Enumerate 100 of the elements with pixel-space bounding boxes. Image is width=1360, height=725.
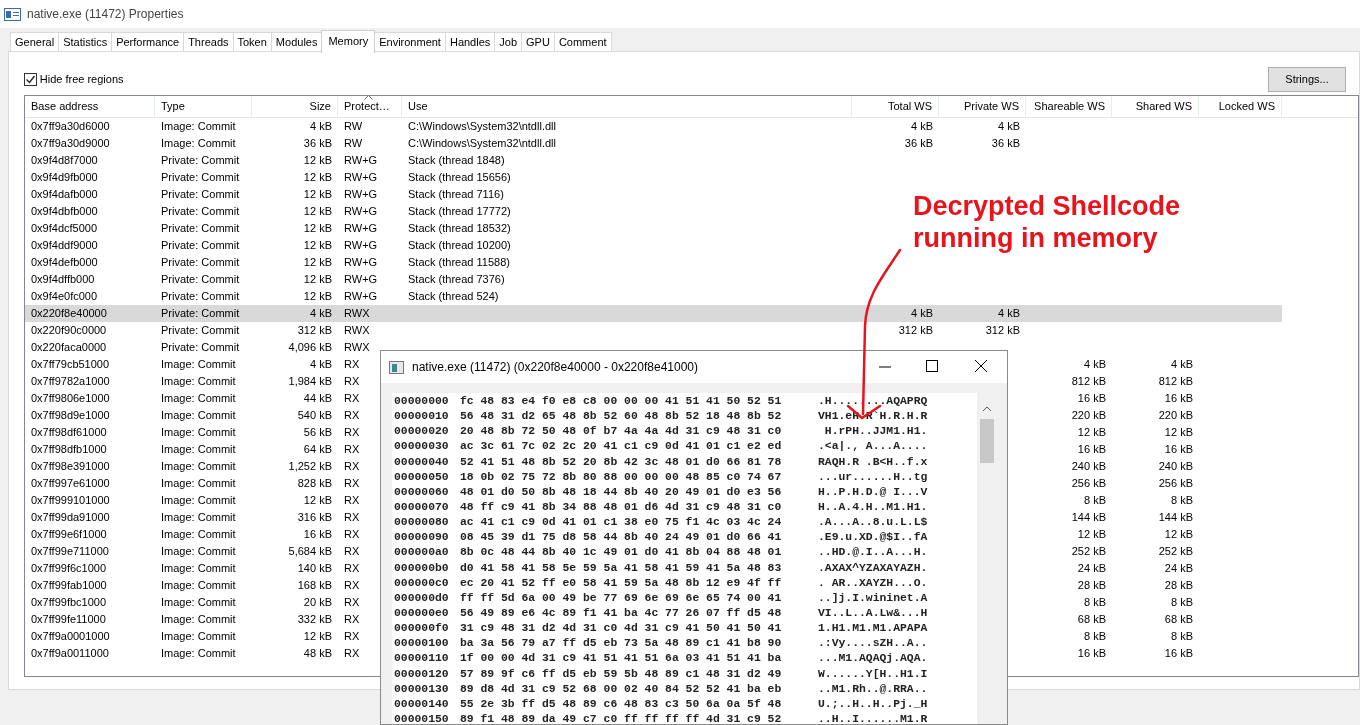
column-header[interactable]: Base address [25,96,155,118]
table-cell: Stack (thread 7376) [408,273,505,285]
column-header[interactable]: Type [155,96,252,118]
table-cell: RX [344,596,360,608]
tab[interactable]: Token [232,32,272,52]
app-icon [389,360,404,374]
scrollbar-thumb[interactable] [980,419,994,463]
hex-offset: 000000b0 [393,560,450,576]
table-row[interactable]: 0x9f4dffb000 Private: Commit 12 kB RW+G Stack (thread 7376) [25,271,852,288]
table-cell: 8 kB [1171,630,1193,642]
table-row[interactable]: 0x220faca0000 Private: Commit 4,096 kB RWX [25,339,402,356]
tab[interactable]: Statistics [58,32,113,52]
table-cell: 540 kB [297,409,332,421]
table-cell: 12 kB [303,494,332,506]
tab[interactable]: Threads [183,32,234,52]
table-cell: Private: Commit [161,154,240,166]
column-header[interactable]: Protect… [338,96,402,118]
table-row[interactable]: 0x9f4e0fc000 Private: Commit 12 kB RW+G Stack (thread 524) [25,288,852,305]
table-cell: Image: Commit [161,426,236,438]
tab[interactable]: General [10,32,60,52]
hex-bytes: ac 3c 61 7c 02 2c 20 41 c1 c9 0d 41 01 c1 e2 ed [460,439,783,455]
table-cell: Image: Commit [161,545,236,557]
table-row[interactable]: 0x9f4dcf5000 Private: Commit 12 kB RW+G Stack (thread 18532) [25,220,852,237]
tab[interactable]: Memory [321,30,376,53]
table-cell: 0x7ff9a0011000 [31,647,109,659]
hex-ascii: 1.H1.M1.M1.APAPA [818,621,928,637]
close-icon[interactable] [975,360,987,372]
app-icon [4,7,21,21]
table-cell: Image: Commit [161,120,236,132]
table-cell: 256 kB [1071,477,1106,489]
scroll-up-icon[interactable] [982,406,992,412]
column-header[interactable]: Locked WS [1199,96,1282,118]
column-header[interactable]: Size [252,96,338,118]
table-row[interactable]: 0x7ff9a30d6000 Image: Commit 4 kB RW C:\Windows\System32\ntdll.dll 4 kB 4 kB [25,118,1026,135]
hex-bytes: 20 48 8b 72 50 48 0f b7 4a 4a 4d 31 c9 48 31 c0 [460,424,783,440]
table-cell: Image: Commit [161,460,236,472]
hex-bytes: 31 c9 48 31 d2 4d 31 c0 4d 31 c9 41 50 41 50 41 [460,621,783,637]
table-row[interactable]: 0x9f4dbfb000 Private: Commit 12 kB RW+G Stack (thread 17772) [25,203,852,220]
hex-offset: 00000030 [393,439,450,455]
table-row[interactable]: 0x220f8e40000 Private: Commit 4 kB RWX 4 kB 4 kB [25,305,1282,322]
table-cell: 168 kB [297,579,332,591]
table-cell: 16 kB [1164,392,1193,404]
hex-offset: 000000d0 [393,590,450,606]
tab[interactable]: Environment [374,32,446,52]
table-cell: 36 kB [904,137,933,149]
table-cell: 20 kB [303,596,332,608]
hex-offset: 00000110 [393,651,450,667]
table-row[interactable]: 0x220f90c0000 Private: Commit 312 kB RWX 312 kB 312 kB [25,322,1026,339]
table-cell: 332 kB [297,613,332,625]
tab[interactable]: Modules [270,32,323,52]
hex-ascii: .<a|., A...A.... [818,439,928,455]
table-row[interactable]: 0x7ff9a30d9000 Image: Commit 36 kB RW C:\Windows\System32\ntdll.dll 36 kB 36 kB [25,135,1026,152]
table-cell: 312 kB [985,324,1020,336]
table-cell: 220 kB [1071,409,1106,421]
table-cell: Stack (thread 18532) [408,222,511,234]
table-cell: 68 kB [1164,613,1193,625]
table-cell: RX [344,494,360,506]
checkbox[interactable] [24,73,37,86]
hex-ascii: H..P.H.D.@ I...V [818,484,928,500]
hex-offset: 00000060 [393,484,450,500]
table-cell: RX [344,562,360,574]
tab[interactable]: Job [494,32,523,52]
table-cell: RW+G [344,290,378,302]
table-cell: 36 kB [991,137,1020,149]
column-header[interactable]: Shared WS [1112,96,1199,118]
table-cell: 0x7ff99da91000 [31,511,110,523]
table-cell: Private: Commit [161,341,240,353]
table-cell: Image: Commit [161,562,236,574]
table-cell: 252 kB [1071,545,1106,557]
hex-bytes: 8b 0c 48 44 8b 40 1c 49 01 d0 41 8b 04 88 48 01 [460,545,783,561]
table-cell: 12 kB [303,222,332,234]
strings-button[interactable]: Strings... [1268,67,1346,92]
column-header[interactable]: Shareable WS [1026,96,1112,118]
tab[interactable]: Performance [111,32,185,52]
table-row[interactable]: 0x9f4ddf9000 Private: Commit 12 kB RW+G Stack (thread 10200) [25,237,852,254]
table-cell: 0x7ff98e391000 [31,460,110,472]
column-header[interactable]: Total WS [852,96,939,118]
tab[interactable]: GPU [521,32,555,52]
table-cell: 828 kB [297,477,332,489]
column-header[interactable]: Private WS [939,96,1026,118]
table-cell: 4 kB [911,307,933,319]
table-cell: Private: Commit [161,222,240,234]
maximize-icon[interactable] [926,360,938,372]
hex-offset: 000000c0 [393,575,450,591]
hex-bytes: ec 20 41 52 ff e0 58 41 59 5a 48 8b 12 e9 4f ff [460,575,783,591]
table-cell: Image: Commit [161,392,236,404]
table-cell: 12 kB [303,171,332,183]
table-row[interactable]: 0x9f4defb000 Private: Commit 12 kB RW+G Stack (thread 11588) [25,254,852,271]
tab[interactable]: Comment [553,32,612,52]
tab[interactable]: Handles [444,32,496,52]
table-cell: RX [344,443,360,455]
table-row[interactable]: 0x9f4d9fb000 Private: Commit 12 kB RW+G Stack (thread 15656) [25,169,852,186]
column-header[interactable]: Use [402,96,852,118]
table-cell: Image: Commit [161,579,236,591]
table-cell: 28 kB [1164,579,1193,591]
checkbox-label: Hide free regions [39,72,124,88]
hex-ascii: VI..L..A.Lw&...H [818,605,928,621]
table-row[interactable]: 0x9f4dafb000 Private: Commit 12 kB RW+G Stack (thread 7116) [25,186,852,203]
table-cell: 48 kB [303,647,332,659]
table-row[interactable]: 0x9f4d8f7000 Private: Commit 12 kB RW+G Stack (thread 1848) [25,152,852,169]
